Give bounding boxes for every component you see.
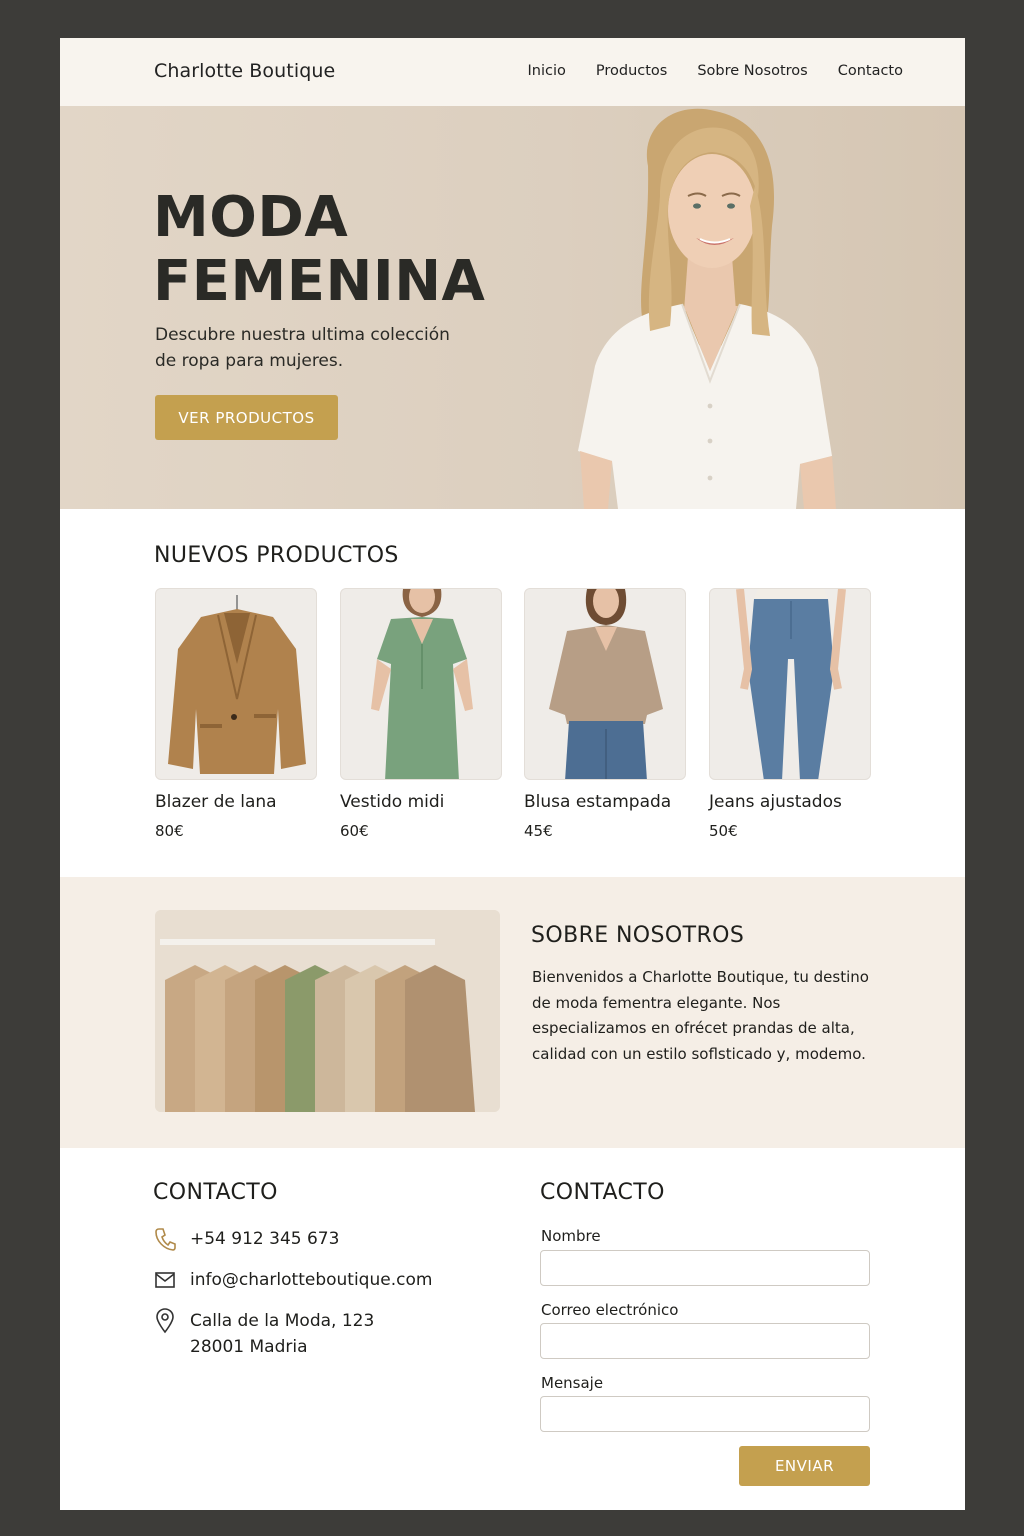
hero-subtitle: Descubre nuestra ultima colección de rop… xyxy=(155,325,450,371)
top-nav: Charlotte Boutique Inicio Productos Sobr… xyxy=(60,38,965,106)
contact-address: Calla de la Moda, 123 28001 Madria xyxy=(154,1308,374,1360)
contact-email[interactable]: info@charlotteboutique.com xyxy=(154,1267,432,1293)
product-image-blouse[interactable] xyxy=(524,588,686,780)
phone-number[interactable]: +54 912 345 673 xyxy=(190,1226,339,1252)
nav-link-sobre-nosotros[interactable]: Sobre Nosotros xyxy=(697,63,807,79)
message-label: Mensaje xyxy=(541,1374,604,1392)
address-line-2: 28001 Madria xyxy=(190,1337,308,1357)
product-card[interactable]: Jeans ajustados 50€ xyxy=(709,588,871,840)
nav-link-productos[interactable]: Productos xyxy=(596,63,667,79)
email-label: Correo electrónico xyxy=(541,1301,679,1319)
mail-icon xyxy=(154,1267,176,1293)
product-price: 45€ xyxy=(524,822,553,840)
page: Charlotte Boutique Inicio Productos Sobr… xyxy=(60,38,965,1510)
hero-title: MODA FEMENINA xyxy=(153,185,486,314)
new-products-title: NUEVOS PRODUCTOS xyxy=(154,543,399,568)
about-title: SOBRE NOSOTROS xyxy=(531,923,745,948)
submit-button[interactable]: ENVIAR xyxy=(739,1446,870,1486)
phone-icon xyxy=(154,1226,176,1252)
contact-phone[interactable]: +54 912 345 673 xyxy=(154,1226,339,1252)
product-image-dress[interactable] xyxy=(340,588,502,780)
nav-link-contacto[interactable]: Contacto xyxy=(838,63,903,79)
product-card[interactable]: Blusa estampada 45€ xyxy=(524,588,686,840)
location-pin-icon xyxy=(154,1308,176,1334)
contact-form-title: CONTACTO xyxy=(540,1180,665,1205)
contact-info-title: CONTACTO xyxy=(153,1180,278,1205)
nav-link-inicio[interactable]: Inicio xyxy=(527,63,565,79)
view-products-button[interactable]: VER PRODUCTOS xyxy=(155,395,338,440)
address-text: Calla de la Moda, 123 28001 Madria xyxy=(190,1308,374,1360)
product-name[interactable]: Jeans ajustados xyxy=(709,792,871,812)
message-input[interactable] xyxy=(540,1396,870,1432)
product-image-jeans[interactable] xyxy=(709,588,871,780)
email-input[interactable] xyxy=(540,1323,870,1359)
product-name[interactable]: Vestido midi xyxy=(340,792,502,812)
product-price: 80€ xyxy=(155,822,184,840)
product-price: 50€ xyxy=(709,822,738,840)
hero-model-image xyxy=(578,108,836,509)
brand-logo[interactable]: Charlotte Boutique xyxy=(154,60,335,82)
about-description: Bienvenidos a Charlotte Boutique, tu des… xyxy=(532,968,869,1063)
product-image-blazer[interactable] xyxy=(155,588,317,780)
email-address[interactable]: info@charlotteboutique.com xyxy=(190,1267,432,1293)
name-label: Nombre xyxy=(541,1227,601,1245)
product-price: 60€ xyxy=(340,822,369,840)
clothing-rack-image xyxy=(155,910,500,1112)
product-card[interactable]: Blazer de lana 80€ xyxy=(155,588,317,840)
product-card[interactable]: Vestido midi 60€ xyxy=(340,588,502,840)
name-input[interactable] xyxy=(540,1250,870,1286)
hero-banner: MODA FEMENINA Descubre nuestra ultima co… xyxy=(60,106,965,509)
product-name[interactable]: Blusa estampada xyxy=(524,792,686,812)
nav-links: Inicio Productos Sobre Nosotros Contacto xyxy=(527,63,903,79)
address-line-1: Calla de la Moda, 123 xyxy=(190,1311,375,1331)
product-name[interactable]: Blazer de lana xyxy=(155,792,317,812)
about-section: SOBRE NOSOTROS Bienvenidos a Charlotte B… xyxy=(60,877,965,1148)
